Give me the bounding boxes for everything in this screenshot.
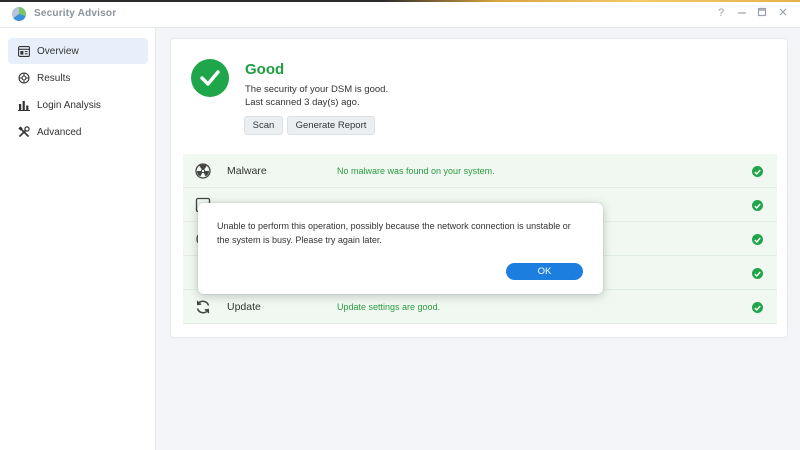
check-ok-icon bbox=[752, 268, 763, 279]
scan-button[interactable]: Scan bbox=[244, 116, 283, 135]
window-title: Security Advisor bbox=[34, 8, 117, 19]
sidebar-item-results[interactable]: Results bbox=[8, 65, 148, 91]
tools-icon bbox=[17, 125, 31, 139]
status-description: The security of your DSM is good. bbox=[245, 84, 389, 95]
error-dialog: Unable to perform this operation, possib… bbox=[198, 203, 603, 294]
malware-icon bbox=[195, 163, 211, 179]
check-ok-icon bbox=[752, 200, 763, 211]
maximize-button[interactable] bbox=[755, 6, 769, 20]
ok-button[interactable]: OK bbox=[506, 263, 583, 280]
results-icon bbox=[17, 71, 31, 85]
bar-chart-icon bbox=[17, 98, 31, 112]
generate-report-button[interactable]: Generate Report bbox=[287, 116, 375, 135]
close-icon bbox=[779, 8, 787, 16]
sidebar-item-advanced[interactable]: Advanced bbox=[8, 119, 148, 145]
help-button[interactable]: ? bbox=[714, 6, 728, 20]
check-name: Malware bbox=[227, 165, 267, 177]
sidebar-item-label: Advanced bbox=[37, 126, 82, 138]
sidebar-item-label: Overview bbox=[37, 45, 79, 57]
last-scanned-text: Last scanned 3 day(s) ago. bbox=[245, 97, 360, 108]
check-row-malware: Malware No malware was found on your sys… bbox=[183, 154, 777, 188]
status-good-icon bbox=[191, 59, 229, 97]
top-accent-stripe bbox=[0, 0, 800, 2]
update-icon bbox=[196, 300, 210, 314]
sidebar-item-overview[interactable]: Overview bbox=[8, 38, 148, 64]
sidebar-item-label: Results bbox=[37, 72, 71, 84]
check-name: Update bbox=[227, 301, 261, 313]
close-button[interactable] bbox=[776, 6, 790, 20]
dialog-message: Unable to perform this operation, possib… bbox=[217, 221, 571, 245]
check-ok-icon bbox=[752, 166, 763, 177]
sidebar-item-label: Login Analysis bbox=[37, 99, 101, 111]
check-status: Update settings are good. bbox=[337, 302, 441, 312]
title-bar: Security Advisor ? bbox=[0, 0, 800, 28]
minimize-icon bbox=[738, 12, 746, 14]
sidebar-item-login-analysis[interactable]: Login Analysis bbox=[8, 92, 148, 118]
sidebar: Overview Results Login Analysis Advanced bbox=[0, 28, 156, 450]
overview-icon bbox=[17, 44, 31, 58]
status-title: Good bbox=[245, 61, 285, 78]
check-row-update: Update Update settings are good. bbox=[183, 290, 777, 324]
security-advisor-app-icon bbox=[12, 7, 26, 21]
check-ok-icon bbox=[752, 302, 763, 313]
maximize-icon bbox=[757, 7, 767, 17]
check-status: No malware was found on your system. bbox=[337, 166, 495, 176]
check-ok-icon bbox=[752, 234, 763, 245]
minimize-button[interactable] bbox=[735, 6, 749, 20]
